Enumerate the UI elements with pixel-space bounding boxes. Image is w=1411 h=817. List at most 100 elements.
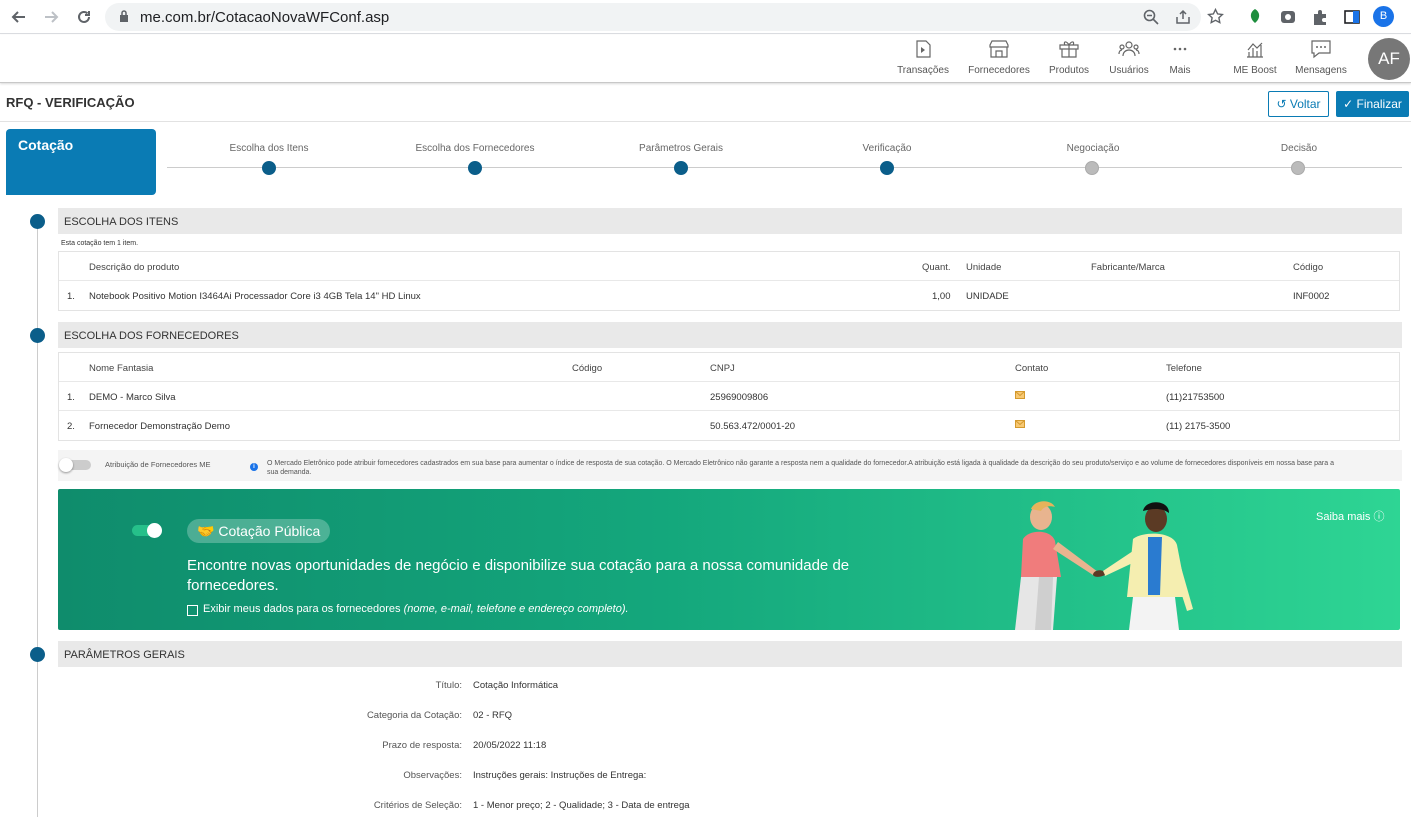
menu-label: Produtos: [1048, 65, 1090, 76]
chat-icon: [1311, 40, 1331, 59]
items-count-note: Esta cotação tem 1 item.: [61, 240, 139, 247]
forward-arrow-icon[interactable]: [41, 7, 61, 27]
info-icon: i: [250, 463, 258, 471]
divider: [0, 121, 1411, 122]
public-quote-text: Encontre novas oportunidades de negócio …: [187, 557, 850, 594]
param-value-prazo: 20/05/2022 11:18: [473, 740, 547, 751]
side-panel-icon[interactable]: [1343, 8, 1361, 26]
step-escolha-fornecedores-label: Escolha dos Fornecedores: [415, 143, 535, 154]
attribution-toggle[interactable]: [59, 458, 91, 472]
param-label-titulo: Título:: [435, 680, 462, 691]
arrow-left-circle-icon: ↺: [1276, 97, 1287, 111]
zoom-icon[interactable]: [1143, 9, 1159, 25]
step-verificacao-dot[interactable]: [880, 161, 894, 175]
item-unit: UNIDADE: [966, 291, 1009, 302]
address-bar[interactable]: me.com.br/CotacaoNovaWFConf.asp: [105, 3, 1224, 31]
timeline-dot-items: [30, 214, 45, 229]
timeline-dot-suppliers: [30, 328, 45, 343]
browser-toolbar: me.com.br/CotacaoNovaWFConf.asp B: [0, 0, 1411, 34]
learn-more-link[interactable]: Saiba mais ⓘ: [1316, 508, 1384, 524]
step-decisao-dot: [1291, 161, 1305, 175]
handshake-illustration: [1015, 501, 1193, 630]
menu-transacoes[interactable]: Transações: [897, 39, 949, 76]
col-header-contact: Contato: [1015, 363, 1049, 374]
extension-camera-icon[interactable]: [1279, 8, 1297, 26]
public-quote-pill-label: Cotação Pública: [218, 523, 321, 539]
handshake-icon: 🤝: [197, 523, 215, 539]
param-label-categoria: Categoria da Cotação:: [366, 710, 462, 721]
more-icon: [1173, 47, 1187, 51]
table-header-row: Descrição do produto Quant. Unidade Fabr…: [59, 252, 1399, 281]
show-data-checkbox[interactable]: [187, 605, 198, 616]
profile-avatar[interactable]: B: [1373, 6, 1394, 27]
item-code: INF0002: [1293, 291, 1330, 302]
lock-icon: [120, 10, 128, 22]
menu-usuarios[interactable]: Usuários: [1107, 39, 1151, 76]
finish-button-label: Finalizar: [1356, 97, 1402, 111]
bookmark-star-icon[interactable]: [1207, 8, 1224, 25]
back-button-label: Voltar: [1289, 97, 1321, 111]
col-header-unit: Unidade: [966, 262, 1002, 273]
col-header-phone: Telefone: [1166, 363, 1202, 374]
share-icon[interactable]: [1175, 9, 1191, 25]
contact-envelope-icon[interactable]: [1015, 390, 1025, 399]
step-decisao-label: Decisão: [1280, 143, 1318, 154]
col-header-cnpj: CNPJ: [710, 363, 735, 374]
col-header-code: Código: [572, 363, 603, 374]
public-quote-pill: 🤝 Cotação Pública: [187, 519, 331, 543]
attribution-bar: Atribuição de Fornecedores ME i O Mercad…: [58, 450, 1402, 481]
table-header-row: Nome Fantasia Código CNPJ Contato Telefo…: [59, 353, 1399, 382]
step-parametros-dot[interactable]: [674, 161, 688, 175]
menu-mensagens[interactable]: Mensagens: [1293, 39, 1349, 76]
param-value-criterios: 1 - Menor preço; 2 - Qualidade; 3 - Data…: [473, 800, 690, 811]
contact-envelope-icon[interactable]: [1015, 419, 1025, 428]
finish-button[interactable]: ✓ Finalizar: [1336, 91, 1409, 117]
param-label-criterios: Critérios de Seleção:: [373, 800, 462, 811]
back-arrow-icon[interactable]: [9, 7, 29, 27]
app-header: Transações Fornecedores Produtos Usuário…: [0, 35, 1411, 83]
menu-label: Mensagens: [1295, 65, 1347, 76]
cotacao-tab: Cotação: [6, 129, 156, 195]
col-header-brand: Fabricante/Marca: [1091, 262, 1165, 273]
learn-more-label: Saiba mais: [1316, 511, 1371, 523]
show-data-label: Exibir meus dados para os fornecedores (…: [203, 603, 629, 615]
menu-mais[interactable]: Mais: [1163, 39, 1197, 76]
menu-produtos[interactable]: Produtos: [1046, 39, 1092, 76]
step-parametros-label: Parâmetros Gerais: [639, 143, 723, 154]
menu-label: Transações: [897, 65, 949, 76]
users-icon: [1118, 41, 1140, 57]
extension-leaf-icon[interactable]: [1246, 8, 1264, 26]
section-title-suppliers: ESCOLHA DOS FORNECEDORES: [58, 322, 1402, 348]
chart-icon: [1247, 42, 1263, 58]
supplier-cnpj: 25969009806: [710, 392, 769, 403]
attribution-label: Atribuição de Fornecedores ME: [105, 460, 211, 469]
param-value-observacoes: Instruções gerais: Instruções de Entrega…: [473, 770, 647, 781]
param-label-prazo: Prazo de resposta:: [382, 740, 462, 751]
show-data-label-text: Exibir meus dados para os fornecedores: [203, 603, 401, 615]
items-table: Descrição do produto Quant. Unidade Fabr…: [58, 251, 1400, 311]
menu-label: Usuários: [1109, 65, 1149, 76]
reload-icon[interactable]: [74, 7, 94, 27]
col-header-code: Código: [1293, 262, 1324, 273]
timeline-dot-params: [30, 647, 45, 662]
box-icon: [1059, 41, 1079, 58]
info-circle-icon: ⓘ: [1373, 511, 1385, 523]
menu-label: ME Boost: [1233, 65, 1277, 76]
menu-fornecedores[interactable]: Fornecedores: [968, 39, 1030, 76]
row-number: 2.: [67, 421, 75, 432]
transactions-icon: [916, 40, 931, 58]
col-header-qty: Quant.: [922, 262, 951, 273]
attribution-description: O Mercado Eletrônico pode atribuir forne…: [267, 460, 1334, 476]
timeline-line: [37, 222, 38, 817]
row-number: 1.: [67, 291, 75, 302]
store-icon: [989, 40, 1009, 58]
step-escolha-fornecedores-dot[interactable]: [468, 161, 482, 175]
item-desc: Notebook Positivo Motion I3464Ai Process…: [89, 291, 421, 302]
menu-me-boost[interactable]: ME Boost: [1231, 39, 1279, 76]
step-escolha-itens-dot[interactable]: [262, 161, 276, 175]
extensions-puzzle-icon[interactable]: [1311, 8, 1329, 26]
table-row: 1. Notebook Positivo Motion I3464Ai Proc…: [59, 281, 1399, 310]
user-avatar[interactable]: AF: [1368, 38, 1410, 80]
back-button[interactable]: ↺ Voltar: [1268, 91, 1329, 117]
public-quote-toggle[interactable]: [132, 523, 162, 538]
